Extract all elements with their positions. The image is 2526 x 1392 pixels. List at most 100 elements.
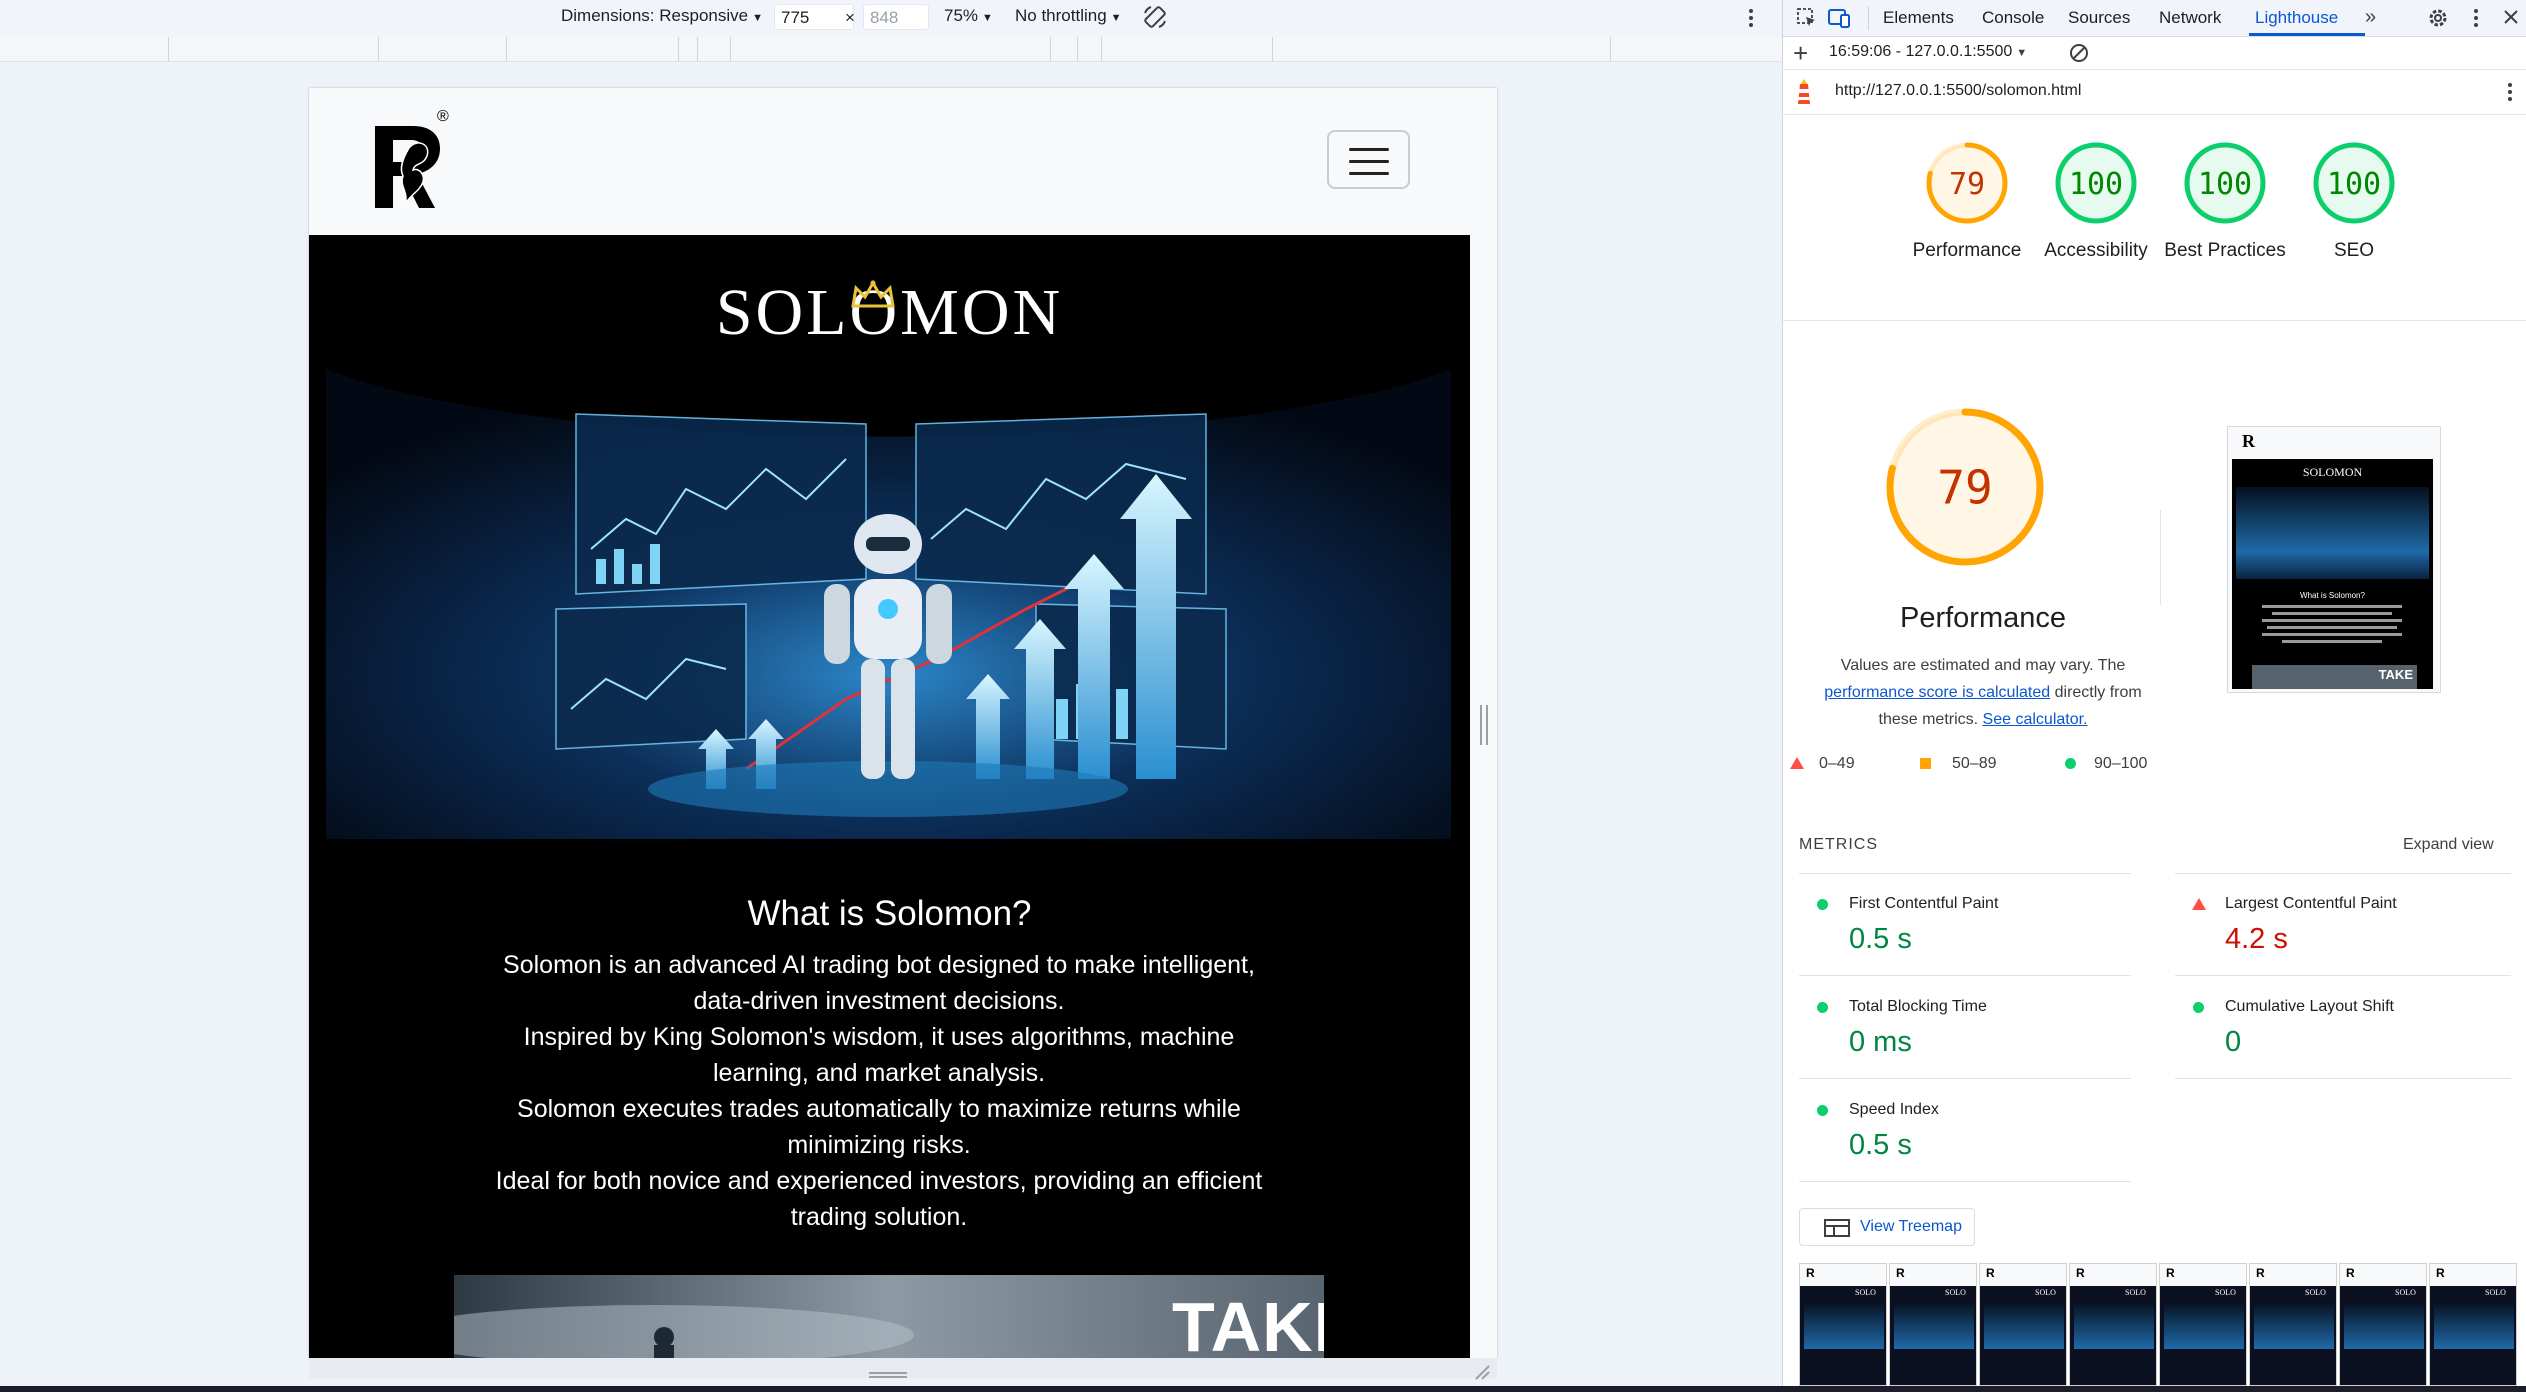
gauge-label[interactable]: Accessibility — [2031, 237, 2161, 264]
ruler-tick — [1101, 37, 1102, 61]
dimensions-dropdown[interactable]: Dimensions: Responsive ▼ — [561, 6, 763, 26]
inspect-element-icon[interactable] — [1797, 8, 1817, 28]
expand-view-toggle[interactable]: Expand view — [2403, 836, 2494, 854]
view-treemap-label: View Treemap — [1860, 1218, 1962, 1235]
see-calculator-link[interactable]: See calculator. — [1983, 711, 2088, 728]
hamburger-icon — [1349, 172, 1389, 175]
pass-circle-icon — [1817, 1105, 1828, 1116]
resize-corner-icon[interactable] — [1474, 1364, 1490, 1380]
gauge-score: 100 — [2198, 167, 2252, 202]
thumb-logo: R — [1986, 1266, 1995, 1280]
score-gauge[interactable]: 100 — [2311, 140, 2397, 226]
menu-toggle-button[interactable] — [1327, 130, 1410, 189]
height-input[interactable]: 848 — [863, 4, 929, 30]
hamburger-icon — [1349, 160, 1389, 163]
tab-network[interactable]: Network — [2159, 8, 2221, 28]
width-input[interactable]: 775 — [774, 4, 854, 30]
filmstrip-frame: R SOLO — [1799, 1263, 1887, 1386]
filmstrip-frame: R SOLO — [2069, 1263, 2157, 1386]
score-gauge[interactable]: 100 — [2182, 140, 2268, 226]
zoom-dropdown[interactable]: 75% ▼ — [944, 6, 993, 26]
resize-handle-right[interactable] — [1480, 705, 1488, 745]
paragraph: Solomon is an advanced AI trading bot de… — [503, 951, 1255, 1015]
report-selector[interactable]: 16:59:06 - 127.0.0.1:5500 ▼ — [1829, 43, 2027, 61]
tab-lighthouse[interactable]: Lighthouse — [2255, 8, 2338, 28]
lighthouse-toolbar: + 16:59:06 - 127.0.0.1:5500 ▼ — [1783, 37, 2526, 70]
divider — [1868, 6, 1869, 30]
metrics-heading: METRICS — [1799, 836, 1878, 853]
divider — [2160, 510, 2161, 605]
close-icon[interactable] — [2501, 7, 2521, 27]
devtools-tab-bar: Elements Console Sources Network Lightho… — [1783, 0, 2526, 37]
hero-section: SOLOMON What is Solomon? Solomon is an a… — [309, 235, 1470, 1358]
registered-mark: ® — [437, 108, 449, 125]
score-calculation-link[interactable]: performance score is calculated — [1824, 684, 2050, 701]
section-title: What is Solomon? — [747, 894, 1032, 933]
report-menu-icon[interactable] — [2505, 81, 2515, 103]
filmstrip-frame: R SOLO — [2159, 1263, 2247, 1386]
final-screenshot[interactable]: R SOLOMON What is Solomon? TAKE — [2227, 426, 2441, 693]
ruler-tick — [678, 37, 679, 61]
thumb-logo: R — [1806, 1266, 1815, 1280]
fail-triangle-icon — [2192, 898, 2206, 910]
gauge-label[interactable]: Performance — [1902, 237, 2032, 264]
preview-hero-image — [2236, 487, 2429, 579]
score-gauge[interactable]: 79 — [1924, 140, 2010, 226]
ruler-tick — [1050, 37, 1051, 61]
site-header: ® — [309, 88, 1497, 235]
ruler-tick — [1610, 37, 1611, 61]
clear-reports-icon[interactable] — [2068, 42, 2090, 64]
preview-brand: SOLOMON — [2302, 465, 2363, 479]
thumb-logo: R — [2166, 1266, 2175, 1280]
pass-circle-icon — [2193, 1002, 2204, 1013]
average-square-icon — [1920, 758, 1931, 769]
treemap-icon — [1824, 1219, 1850, 1237]
metric-title: First Contentful Paint — [1849, 895, 1999, 912]
promo-text: TAKE — [1172, 1288, 1324, 1358]
more-options-icon[interactable] — [1745, 6, 1757, 30]
gauge-score: 100 — [2069, 167, 2123, 202]
devtools-panel: Elements Console Sources Network Lightho… — [1782, 0, 2526, 1386]
performance-description: Values are estimated and may vary. The p… — [1783, 652, 2183, 733]
preview-promo-text: TAKE — [2378, 667, 2413, 682]
device-toolbar-toggle-icon[interactable] — [1827, 7, 1851, 29]
metric-title: Cumulative Layout Shift — [2225, 998, 2394, 1015]
paragraph: Ideal for both novice and experienced in… — [495, 1167, 1263, 1231]
customize-menu-icon[interactable] — [2471, 7, 2481, 29]
rotate-icon[interactable] — [1142, 4, 1168, 30]
site-logo[interactable]: ® — [369, 108, 459, 218]
performance-title: Performance — [1899, 602, 2066, 634]
tab-elements[interactable]: Elements — [1883, 8, 1954, 28]
tab-console[interactable]: Console — [1982, 8, 2044, 28]
media-query-ruler — [0, 37, 1782, 62]
performance-gauge[interactable]: 79 — [1883, 405, 2047, 569]
preview-text-line — [2267, 626, 2397, 629]
promo-banner: TAKE — [454, 1275, 1324, 1358]
gauge-label[interactable]: SEO — [2289, 237, 2419, 264]
ruler-tick — [1272, 37, 1273, 61]
tab-sources[interactable]: Sources — [2068, 8, 2130, 28]
score-gauge[interactable]: 100 — [2053, 140, 2139, 226]
view-treemap-button[interactable]: View Treemap — [1799, 1208, 1975, 1246]
filmstrip-frame: R SOLO — [2429, 1263, 2517, 1386]
preview-page: SOLOMON What is Solomon? TAKE — [2232, 459, 2433, 689]
chevron-double-right-icon[interactable]: » — [2365, 6, 2376, 29]
new-report-icon[interactable]: + — [1793, 40, 1808, 66]
legend-pass: 90–100 — [2094, 755, 2148, 772]
divider — [2175, 1078, 2511, 1079]
preview-text-line — [2272, 612, 2392, 615]
legend-average: 50–89 — [1952, 755, 1997, 772]
metric-value: 0.5 s — [1849, 1129, 1912, 1161]
ruler-tick — [168, 37, 169, 61]
preview-promo: TAKE — [2252, 665, 2417, 689]
score-gauges: 79 100 100 100 — [1783, 115, 2526, 315]
throttling-dropdown[interactable]: No throttling ▼ — [1015, 6, 1122, 26]
report-url: http://127.0.0.1:5500/solomon.html — [1835, 82, 2082, 99]
desc-text: directly from — [2054, 684, 2142, 701]
gauge-label[interactable]: Best Practices — [2160, 237, 2290, 264]
grip-icon[interactable] — [869, 1372, 907, 1378]
metric-title: Speed Index — [1849, 1101, 1939, 1118]
metric-title: Total Blocking Time — [1849, 998, 1987, 1015]
settings-icon[interactable] — [2427, 7, 2449, 29]
filmstrip-frame: R SOLO — [1889, 1263, 1977, 1386]
